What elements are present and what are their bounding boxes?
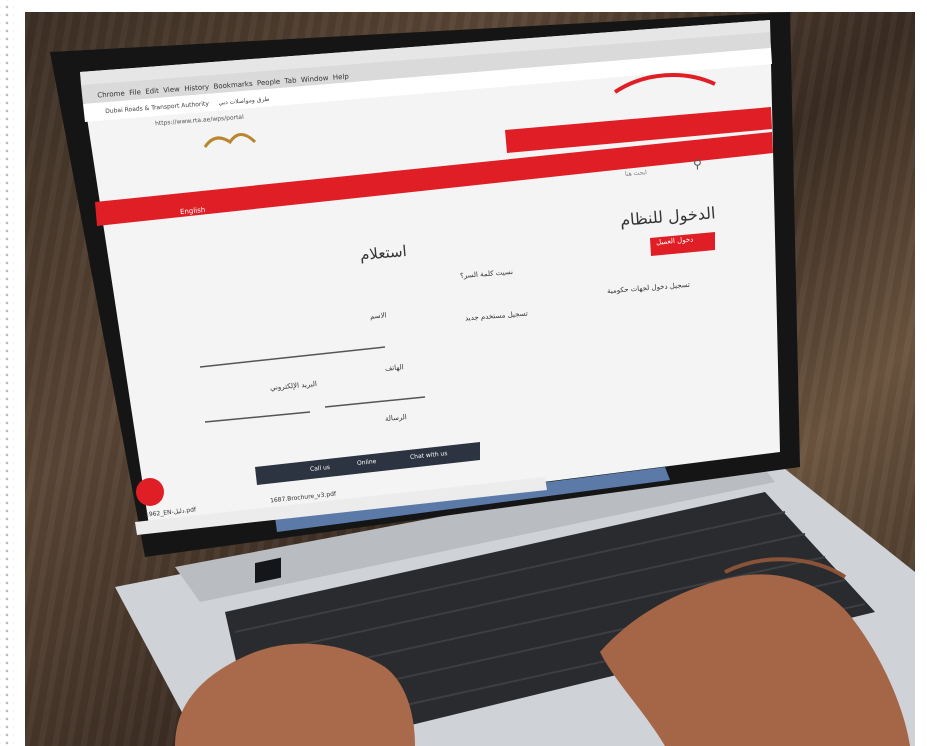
tab-rta-arabic[interactable]: طرق ومواصلات دبي xyxy=(218,96,269,107)
login-title: الدخول للنظام xyxy=(619,203,717,230)
menu-item-view[interactable]: View xyxy=(163,85,180,94)
menu-item-tab[interactable]: Tab xyxy=(284,76,296,85)
message-field-label: الرسالة xyxy=(384,413,408,423)
chat-label[interactable]: Chat with us xyxy=(410,450,448,461)
language-link[interactable]: English xyxy=(180,206,206,216)
menu-item-bookmarks[interactable]: Bookmarks xyxy=(213,80,253,91)
register-link[interactable]: تسجيل مستخدم جديد xyxy=(465,310,528,323)
dotted-border xyxy=(0,0,14,746)
name-field-label: الاسم xyxy=(369,311,387,321)
gov-login-link[interactable]: تسجيل دخول لجهات حكومية xyxy=(607,281,690,295)
forgot-password-link[interactable]: نسيت كلمة السر؟ xyxy=(460,268,513,280)
inquiry-title: استعلام xyxy=(359,241,408,265)
login-button-label[interactable]: دخول العميل xyxy=(656,236,694,247)
photo-laptop-on-desk: Chrome File Edit View History Bookmarks … xyxy=(25,12,915,746)
download-item[interactable]: 1687.Brochure_v3.pdf xyxy=(270,491,337,505)
menu-item-people[interactable]: People xyxy=(257,78,281,88)
menu-item-edit[interactable]: Edit xyxy=(145,87,159,96)
menu-item-history[interactable]: History xyxy=(184,83,209,93)
download-item[interactable]: 1962_EN-دليل.pdf xyxy=(145,506,197,518)
menu-item-chrome[interactable]: Chrome xyxy=(97,89,125,99)
tab-rta-english[interactable]: Dubai Roads & Transport Authority xyxy=(105,100,209,115)
menu-item-help[interactable]: Help xyxy=(333,73,350,82)
email-field-label: البريد الإلكتروني xyxy=(269,379,318,393)
menu-item-file[interactable]: File xyxy=(129,88,141,97)
phone-field-label: الهاتف xyxy=(384,363,404,373)
online-label[interactable]: Online xyxy=(357,458,377,467)
address-url[interactable]: https://www.rta.ae/wps/portal xyxy=(155,114,244,128)
call-us-label[interactable]: Call us xyxy=(310,464,331,473)
search-icon[interactable]: ⚲ xyxy=(693,157,702,171)
menu-item-window[interactable]: Window xyxy=(301,74,329,84)
search-placeholder[interactable]: ابحث هنا xyxy=(625,169,647,178)
